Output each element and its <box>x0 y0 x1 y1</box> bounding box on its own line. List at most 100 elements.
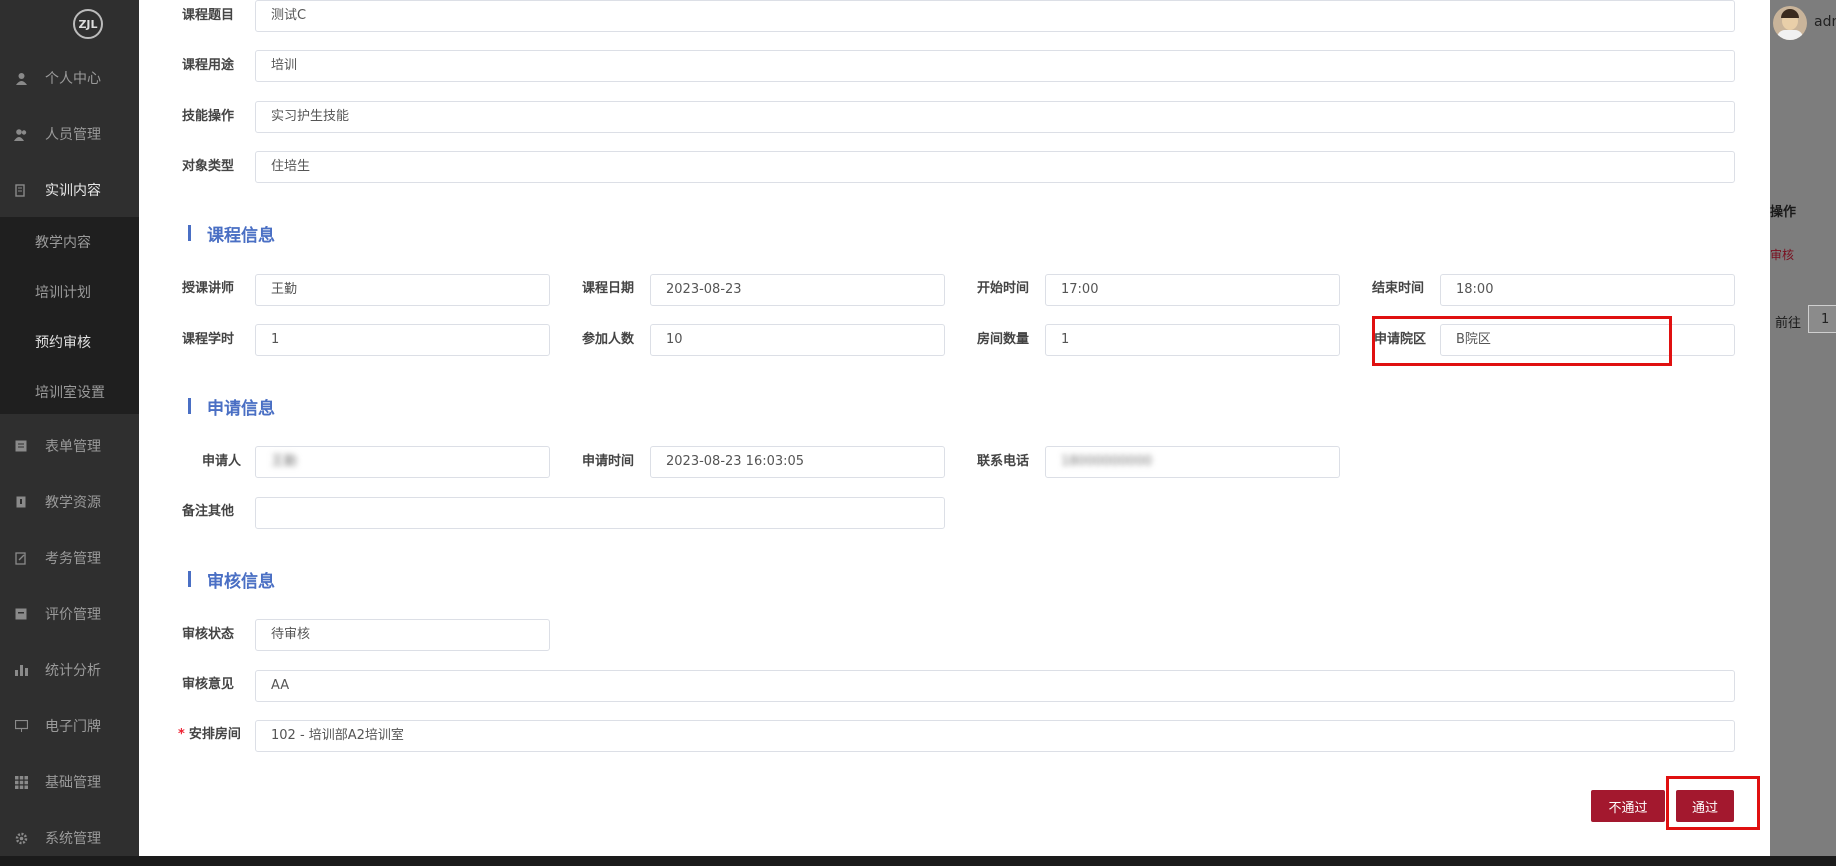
hours-field[interactable]: 1 <box>255 324 550 356</box>
start-time-label: 开始时间 <box>977 281 1030 296</box>
sidebar: ZJL 个人中心 人员管理 实训内容 教学内容 培训计划 预约审核 培训室设置 … <box>0 0 139 856</box>
section-title: 审核信息 <box>207 571 275 592</box>
room-label: * 安排房间 <box>178 719 241 751</box>
opinion-field[interactable]: AA <box>255 670 1735 702</box>
page-input[interactable]: 1 <box>1808 305 1836 333</box>
avatar-body <box>1777 30 1803 40</box>
sidebar-item-label: 评价管理 <box>45 607 101 623</box>
sidebar-item-label: 统计分析 <box>45 663 101 679</box>
applicant-value: 王勤 <box>271 454 298 469</box>
section-marker <box>188 225 191 241</box>
review-dialog: 课程题目 测试C 课程用途 培训 技能操作 实习护生技能 对象类型 住培生 课程… <box>139 0 1770 856</box>
bar-chart-icon <box>14 663 28 677</box>
table-header-action: 操作 <box>1770 205 1797 220</box>
sub-item-label: 培训计划 <box>35 285 91 301</box>
sidebar-item-personnel[interactable]: 人员管理 <box>0 106 139 162</box>
target-field[interactable]: 住培生 <box>255 151 1735 183</box>
book-icon <box>14 183 28 197</box>
apply-time-field[interactable]: 2023-08-23 16:03:05 <box>650 446 945 478</box>
room-label-text: 安排房间 <box>188 727 241 742</box>
reject-button[interactable]: 不通过 <box>1591 790 1665 822</box>
applicant-field[interactable]: 王勤 <box>255 446 550 478</box>
hours-label: 课程学时 <box>182 332 235 347</box>
skill-label: 技能操作 <box>182 109 235 124</box>
sidebar-item-resources[interactable]: 教学资源 <box>0 474 139 530</box>
users-icon <box>14 127 28 141</box>
rooms-label: 房间数量 <box>977 332 1030 347</box>
sub-item-booking-review[interactable]: 预约审核 <box>0 317 139 367</box>
sidebar-item-label: 考务管理 <box>45 551 101 567</box>
sidebar-item-door-sign[interactable]: 电子门牌 <box>0 698 139 754</box>
sub-item-room-settings[interactable]: 培训室设置 <box>0 367 139 417</box>
remark-label: 备注其他 <box>182 504 235 519</box>
rooms-field[interactable]: 1 <box>1045 324 1340 356</box>
status-label: 审核状态 <box>182 627 235 642</box>
sidebar-item-exam[interactable]: 考务管理 <box>0 530 139 586</box>
username[interactable]: adm <box>1814 14 1836 30</box>
section-apply-info: 申请信息 <box>188 394 275 419</box>
user-icon <box>14 71 28 85</box>
submenu: 教学内容 培训计划 预约审核 培训室设置 <box>0 217 139 414</box>
start-time-field[interactable]: 17:00 <box>1045 274 1340 306</box>
sidebar-item-training-content[interactable]: 实训内容 <box>0 162 139 218</box>
count-field[interactable]: 10 <box>650 324 945 356</box>
sidebar-item-label: 系统管理 <box>45 831 101 847</box>
opinion-label: 审核意见 <box>182 677 235 692</box>
sub-item-teaching[interactable]: 教学内容 <box>0 217 139 267</box>
sidebar-item-system[interactable]: 系统管理 <box>0 810 139 866</box>
highlight-box-campus <box>1372 316 1672 366</box>
rating-icon <box>14 607 28 621</box>
teacher-field[interactable]: 王勤 <box>255 274 550 306</box>
sidebar-item-label: 个人中心 <box>45 71 101 87</box>
sidebar-item-label: 教学资源 <box>45 495 101 511</box>
door-sign-icon <box>14 719 28 733</box>
apply-time-label: 申请时间 <box>582 454 635 469</box>
sidebar-item-label: 实训内容 <box>45 183 101 199</box>
course-use-field[interactable]: 培训 <box>255 50 1735 82</box>
sub-item-label: 教学内容 <box>35 235 91 251</box>
form-icon <box>14 439 28 453</box>
section-title: 申请信息 <box>207 398 275 419</box>
skill-field[interactable]: 实习护生技能 <box>255 101 1735 133</box>
course-use-label: 课程用途 <box>182 58 235 73</box>
end-time-label: 结束时间 <box>1372 281 1425 296</box>
exam-icon <box>14 551 28 565</box>
goto-label: 前往 <box>1775 316 1802 331</box>
grid-icon <box>14 775 28 789</box>
target-label: 对象类型 <box>182 159 235 174</box>
applicant-label: 申请人 <box>202 454 242 469</box>
highlight-box-approve <box>1666 776 1760 830</box>
sidebar-item-statistics[interactable]: 统计分析 <box>0 642 139 698</box>
sub-item-label: 培训室设置 <box>35 385 105 401</box>
date-field[interactable]: 2023-08-23 <box>650 274 945 306</box>
phone-label: 联系电话 <box>977 454 1030 469</box>
review-link[interactable]: 审核 <box>1770 246 1794 263</box>
phone-value: 18000000000 <box>1061 454 1152 469</box>
end-time-field[interactable]: 18:00 <box>1440 274 1735 306</box>
remark-field[interactable] <box>255 497 945 529</box>
course-title-field[interactable]: 测试C <box>255 0 1735 32</box>
teacher-label: 授课讲师 <box>182 281 235 296</box>
section-marker <box>188 571 191 587</box>
section-title: 课程信息 <box>207 225 275 246</box>
sub-item-plan[interactable]: 培训计划 <box>0 267 139 317</box>
sidebar-item-label: 电子门牌 <box>45 719 101 735</box>
phone-field[interactable]: 18000000000 <box>1045 446 1340 478</box>
section-review-info: 审核信息 <box>188 567 275 592</box>
sidebar-item-label: 基础管理 <box>45 775 101 791</box>
resource-icon <box>14 495 28 509</box>
count-label: 参加人数 <box>582 332 635 347</box>
avatar-hair <box>1781 9 1799 18</box>
sidebar-item-basic[interactable]: 基础管理 <box>0 754 139 810</box>
section-marker <box>188 398 191 414</box>
sub-item-label: 预约审核 <box>35 335 91 351</box>
sidebar-item-label: 表单管理 <box>45 439 101 455</box>
sidebar-item-forms[interactable]: 表单管理 <box>0 418 139 474</box>
room-select[interactable]: 102 - 培训部A2培训室 <box>255 720 1735 752</box>
course-title-label: 课程题目 <box>182 8 235 23</box>
sidebar-item-evaluation[interactable]: 评价管理 <box>0 586 139 642</box>
sidebar-item-label: 人员管理 <box>45 127 101 143</box>
status-field[interactable]: 待审核 <box>255 619 550 651</box>
sidebar-item-profile[interactable]: 个人中心 <box>0 50 139 106</box>
avatar[interactable] <box>1773 6 1807 40</box>
